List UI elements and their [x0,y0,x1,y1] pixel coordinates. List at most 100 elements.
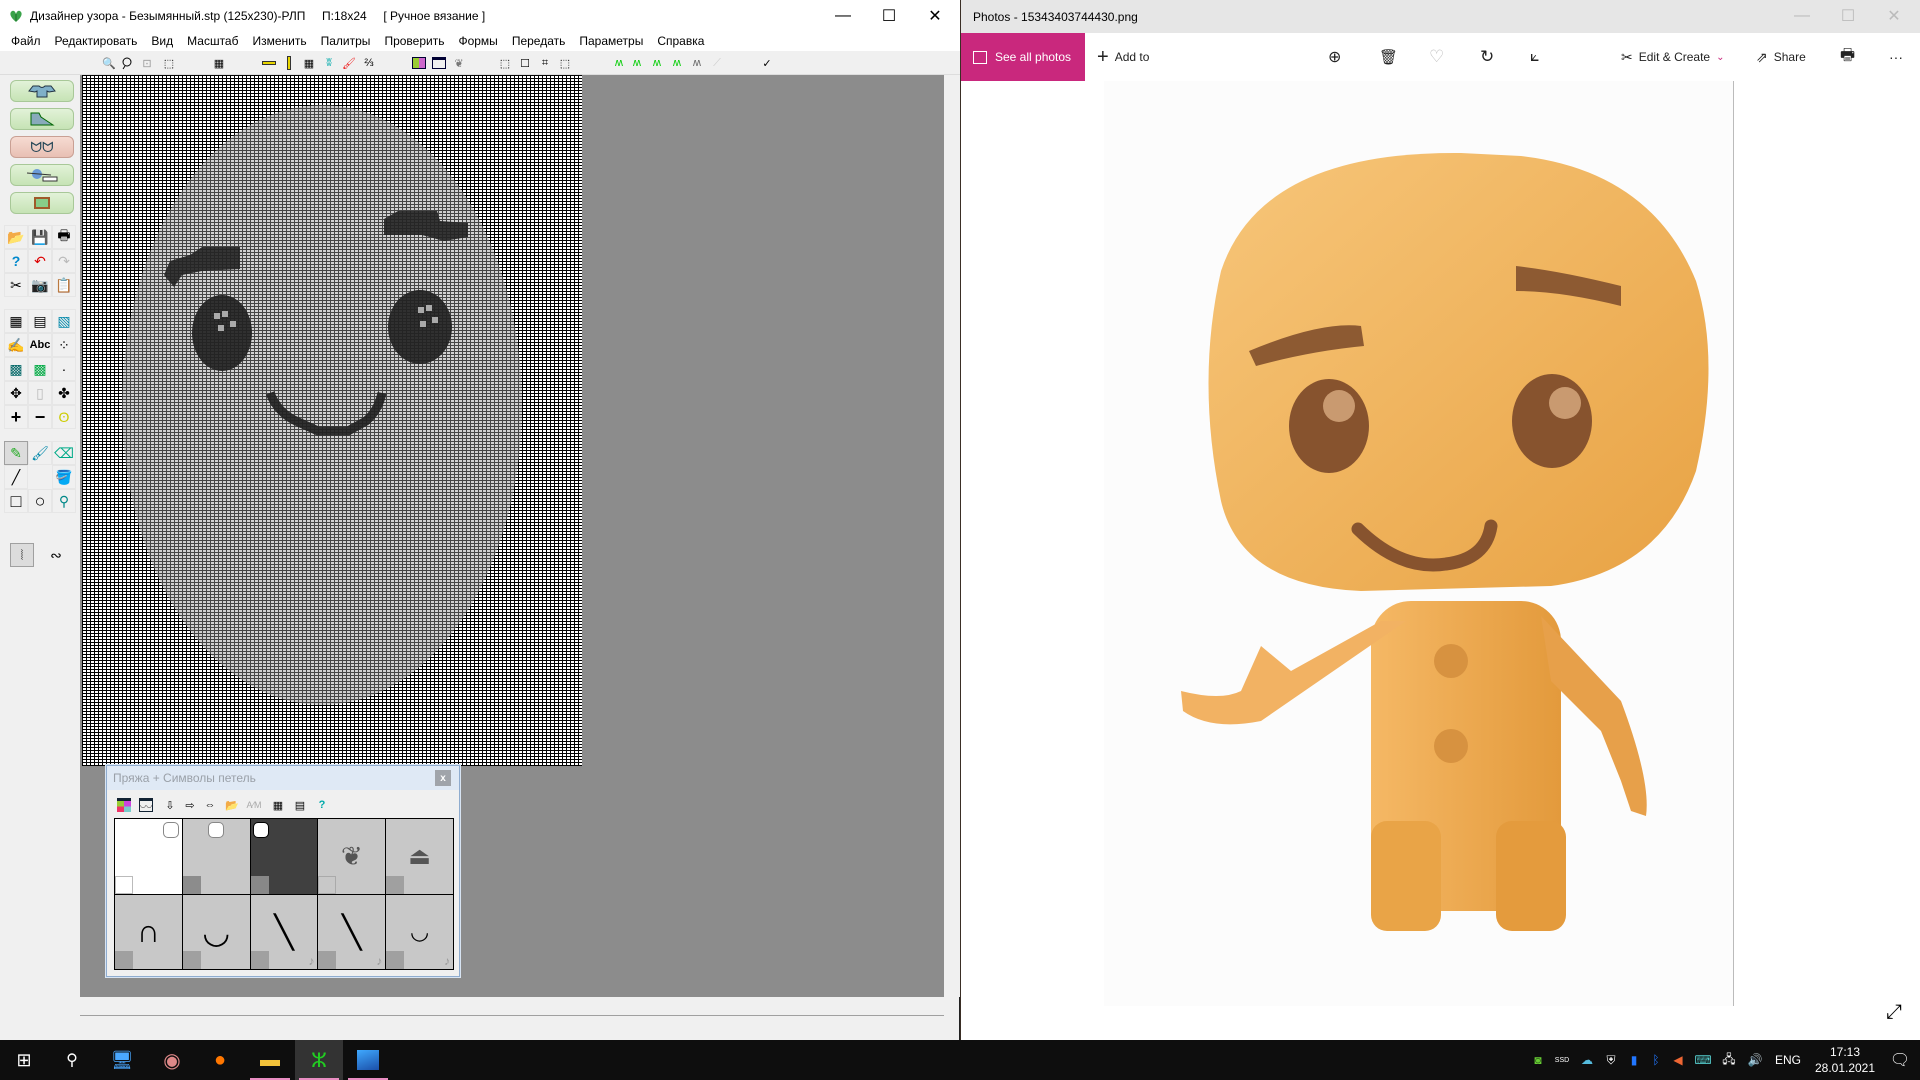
menu-palettes[interactable]: Палитры [314,34,378,48]
line-icon[interactable]: ╱ [4,465,28,489]
volume-tray-icon[interactable]: 🔊 [1744,1040,1766,1080]
color-palette-icon[interactable]: 🖌 [340,54,358,72]
zoom-fit-icon[interactable]: ⊡ [138,54,156,72]
pattern-2-icon[interactable]: ▩ [28,357,52,381]
photos-maximize-button[interactable]: ☐ [1825,0,1871,31]
select-icon[interactable]: ☐ [516,54,534,72]
dots-tool-icon[interactable]: ⁘ [52,333,76,357]
menu-modify[interactable]: Изменить [245,34,313,48]
redo-icon[interactable]: ↷ [52,249,76,273]
paste-icon[interactable]: 📋 [52,273,76,297]
yarn-palette-close-button[interactable]: x [435,770,451,786]
add-to-button[interactable]: + Add to [1097,33,1149,81]
palette-symbols-icon[interactable]: ◡◡ [137,796,155,814]
yarn-cell-2[interactable] [182,819,250,894]
ruler-v-icon[interactable] [280,54,298,72]
favorite-button[interactable]: ♡ [1429,33,1444,81]
rotate-button[interactable]: ↻ [1480,33,1494,81]
pattern-1-icon[interactable]: ▩ [4,357,28,381]
grid-lines-icon[interactable]: ▦ [300,54,318,72]
stitch-cell-2[interactable]: ◡ [182,894,250,969]
arrow-down-icon[interactable]: ⇩ [161,796,179,814]
menu-file[interactable]: Файл [4,34,48,48]
yarn-checkbox[interactable] [252,822,269,838]
save-icon[interactable]: 💾 [28,225,52,249]
yarn-checkbox[interactable] [162,822,179,838]
menu-parameters[interactable]: Параметры [572,34,650,48]
crop-button[interactable]: ⟀ [1530,33,1540,81]
grid-icon[interactable]: ▦ [210,54,228,72]
rectangle-icon[interactable]: □ [4,489,28,513]
vertical-scrollbar[interactable] [944,75,960,997]
gray-grid-icon[interactable]: ▤ [291,796,309,814]
select-extra-icon[interactable]: ⬚ [556,54,574,72]
abc-text-icon[interactable]: Abc [28,333,52,357]
color-grid-icon[interactable]: ▦ [4,309,28,333]
edit-create-button[interactable]: ✂ Edit & Create ⌄ [1621,33,1725,81]
ruler-h-icon[interactable] [260,54,278,72]
menu-edit[interactable]: Редактировать [48,34,145,48]
stitch-cell-5[interactable]: ◡ ♪ [386,894,453,969]
horizontal-scrollbar[interactable] [80,1015,944,1035]
taskbar-photos[interactable] [344,1040,392,1080]
menu-shapes[interactable]: Формы [451,34,504,48]
yarn-cell-3[interactable] [250,819,318,894]
zoom-out-icon[interactable] [118,54,136,72]
yarn-machine-button[interactable] [10,164,74,186]
open-icon[interactable]: 📂 [4,225,28,249]
symbols-icon[interactable]: ⅔ [360,54,378,72]
help-icon[interactable]: ? [4,249,28,273]
garment-4-icon[interactable]: ʍ [668,54,686,72]
repeat-icon[interactable]: ❦ [450,54,468,72]
menu-view[interactable]: Вид [144,34,180,48]
select-crop-icon[interactable]: ⌗ [536,54,554,72]
rotate-icon[interactable]: ✤ [52,381,76,405]
garment-2-icon[interactable]: ʍ [628,54,646,72]
zoom-window-icon[interactable]: ⬚ [160,54,178,72]
zoom-in-icon[interactable]: 🔍 [100,54,118,72]
ssd-tray-icon[interactable]: SSD [1552,1040,1572,1080]
stitch-cell-4[interactable]: ╲ ♪ [318,894,386,969]
plus-icon[interactable]: + [4,405,28,429]
network-tray-icon[interactable]: 🖧 [1718,1040,1740,1080]
lasso-icon[interactable]: ʘ [52,405,76,429]
palette-grid-icon[interactable] [410,54,428,72]
single-stitch-icon[interactable]: · [52,357,76,381]
clock[interactable]: 17:13 28.01.2021 [1810,1040,1880,1080]
zoom-button[interactable]: ⊕ [1328,33,1341,81]
eyedropper-icon[interactable]: ⚲ [52,489,76,513]
arrow-right-icon[interactable]: ⇨ [181,796,199,814]
garment-gray-icon[interactable]: ʍ [688,54,706,72]
symbols-grid-icon[interactable]: ▧ [52,309,76,333]
yarn-cell-4[interactable]: ❦ [318,819,386,894]
yarn-checkbox[interactable] [207,822,224,838]
circle-icon[interactable]: ○ [28,489,52,513]
audio-muted-tray-icon[interactable]: ◀ [1668,1040,1688,1080]
taskbar-pattern-designer[interactable]: ⵣ [295,1040,343,1080]
sweater-shape-button[interactable] [10,80,74,102]
minimize-button[interactable]: — [820,0,866,31]
see-all-photos-button[interactable]: See all photos [961,33,1085,81]
camera-icon[interactable]: 📷 [28,273,52,297]
photos-minimize-button[interactable]: — [1779,0,1825,31]
stitch-icon[interactable]: ʬ [320,54,338,72]
notifications-button[interactable]: 🗨 [1880,1040,1920,1080]
security-tray-icon[interactable]: ⛨ [1600,1040,1622,1080]
garment-3-icon[interactable]: ʍ [648,54,666,72]
select-rect-icon[interactable]: ⬚ [496,54,514,72]
yarn-cell-1[interactable] [115,819,182,894]
move-icon[interactable]: ✥ [4,381,28,405]
more-button[interactable]: ··· [1889,33,1903,81]
search-button[interactable]: ⚲ [48,1040,96,1080]
check-icon[interactable]: ✓ [758,54,776,72]
frame-icon[interactable]: ▯ [28,381,52,405]
taskbar-file-explorer[interactable]: ▬ [246,1040,294,1080]
symbol-grid-icon[interactable] [430,54,448,72]
photo-viewer[interactable]: ⤢ [961,81,1920,1040]
print-icon[interactable]: 🖶 [52,225,76,249]
arrow-both-icon[interactable]: ⇔ [201,796,219,814]
eraser-icon[interactable]: ⌫ [52,441,76,465]
cut-icon[interactable]: ✂ [4,273,28,297]
minus-icon[interactable]: − [28,405,52,429]
shaping-chart-button[interactable] [10,108,74,130]
